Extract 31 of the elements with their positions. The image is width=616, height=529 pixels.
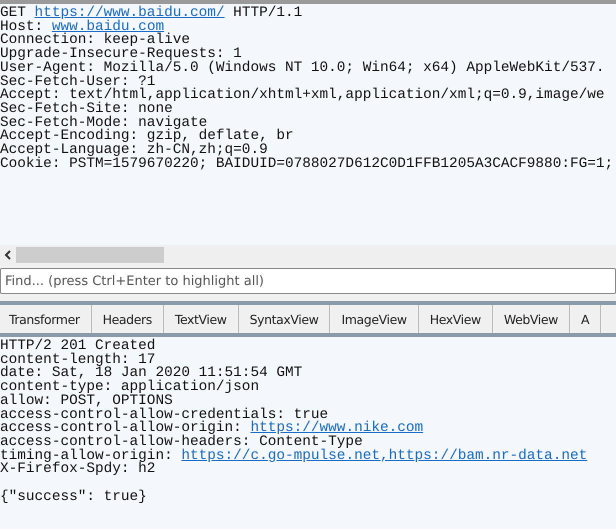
tab[interactable]: TextView — [164, 305, 239, 333]
tab[interactable]: WebView — [492, 305, 570, 333]
code-line: access-control-allow-origin: https://www.nike.com — [0, 422, 424, 436]
tab[interactable]: Transformer — [0, 305, 92, 333]
tab[interactable]: HexView — [418, 305, 493, 333]
scrollbar-thumb[interactable] — [16, 247, 164, 263]
code-line: Cookie: PSTM=1579670220; BAIDUID=0788027D612C0D1FFB1205A3CACF9880:FG=1; — [0, 158, 614, 172]
code-line: User-Agent: Mozilla/5.0 (Windows NT 10.0; Win64; x64) AppleWebKit/537. — [0, 62, 606, 76]
code-line: content-length: 17 — [0, 354, 156, 368]
tab[interactable]: ImageView — [330, 305, 419, 333]
code-line: X-Firefox-Spdy: h2 — [0, 463, 156, 478]
code-line: access-control-allow-headers: Content-Type — [0, 436, 363, 450]
tab[interactable]: SyntaxView — [238, 305, 330, 333]
scroll-left-icon[interactable] — [4, 250, 12, 260]
code-line: content-type: application/json — [0, 381, 260, 395]
code-line: HTTP/2 201 Created — [0, 340, 156, 354]
horizontal-scrollbar[interactable] — [0, 245, 616, 265]
url-link[interactable]: https://www.baidu.com/ — [34, 5, 225, 21]
tab[interactable]: A — [570, 305, 602, 333]
code-line: Accept-Language: zh-CN,zh;q=0.9 — [0, 144, 268, 158]
code-line: {"success": true} — [0, 490, 148, 504]
url-link[interactable]: https://c.go-mpulse.net,https://bam.nr-data.net — [181, 448, 588, 464]
code-line: allow: POST, OPTIONS — [0, 394, 173, 409]
code-line: Sec-Fetch-Site: none — [0, 102, 173, 117]
find-field[interactable]: Find... (press Ctrl+Enter to highlight all) — [0, 268, 616, 294]
url-link[interactable]: https://www.nike.com — [250, 420, 424, 436]
code-line: GET https://www.baidu.com/ HTTP/1.1 — [0, 7, 304, 21]
code-line: Accept: text/html,application/xhtml+xml,application/xml;q=0.9,image/we — [0, 89, 606, 103]
tab[interactable]: Headers — [92, 305, 164, 333]
code-line: Upgrade-Insecure-Requests: 1 — [0, 48, 242, 62]
code-line: timing-allow-origin: https://c.go-mpulse.net,https://bam.nr-data.net — [0, 450, 588, 464]
